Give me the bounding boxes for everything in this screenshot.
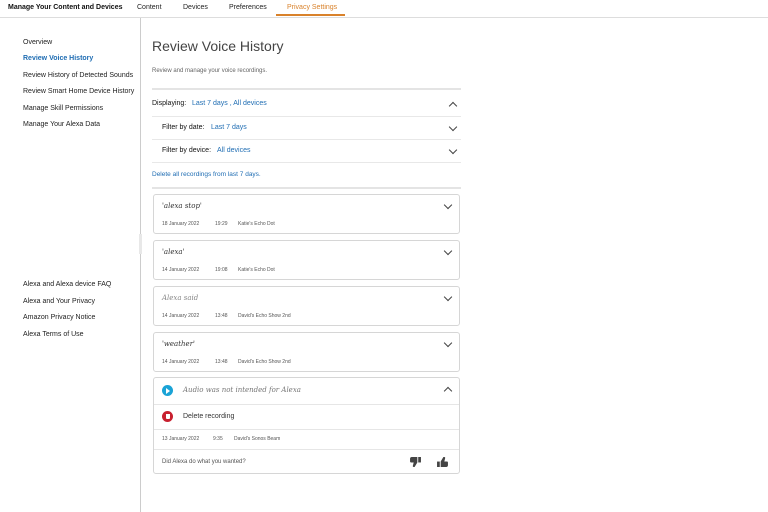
sidebar-item-detected-sounds[interactable]: Review History of Detected Sounds (23, 72, 133, 79)
recording-utterance: Audio was not intended for Alexa (183, 386, 301, 394)
recording-utterance: 'alexa' (162, 248, 185, 256)
recording-device: Katie's Echo Dot (238, 221, 275, 227)
recording-date: 14 January 2022 (162, 313, 200, 319)
filter-device-label: Filter by device: (162, 147, 212, 154)
sidebar-item-alexa-data[interactable]: Manage Your Alexa Data (23, 121, 100, 128)
sidebar-item-overview[interactable]: Overview (23, 39, 52, 46)
filter-date-value[interactable]: Last 7 days (211, 124, 247, 131)
recording-card[interactable]: Alexa said 14 January 2022 13:48 David's… (153, 286, 460, 326)
divider (152, 116, 461, 117)
chevron-up-icon[interactable] (443, 386, 453, 396)
displaying-value[interactable]: Last 7 days , All devices (192, 100, 267, 107)
delete-recording-button[interactable]: Delete recording (183, 413, 234, 420)
recording-utterance: Alexa said (162, 294, 199, 302)
brand-title[interactable]: Manage Your Content and Devices (8, 4, 123, 11)
chevron-up-icon[interactable] (448, 101, 458, 111)
recording-time: 9:35 (213, 436, 223, 442)
recording-card[interactable]: 'alexa stop' 18 January 2022 19:29 Katie… (153, 194, 460, 234)
sidebar-item-review-voice-history[interactable]: Review Voice History (23, 55, 93, 62)
link-alexa-privacy[interactable]: Alexa and Your Privacy (23, 298, 95, 305)
recording-date: 14 January 2022 (162, 359, 200, 365)
chevron-down-icon[interactable] (448, 122, 458, 132)
recording-utterance: 'weather' (162, 340, 195, 348)
recording-device: David's Echo Show 2nd (238, 359, 291, 365)
recording-date: 14 January 2022 (162, 267, 200, 273)
recording-device: Katie's Echo Dot (238, 267, 275, 273)
page-subtitle: Review and manage your voice recordings. (152, 68, 268, 74)
chevron-down-icon[interactable] (443, 292, 453, 302)
recording-device: David's Sonos Beam (234, 436, 281, 442)
page-title: Review Voice History (152, 38, 284, 54)
play-icon[interactable] (162, 385, 173, 396)
recording-card-expanded: Audio was not intended for Alexa Delete … (153, 377, 460, 474)
link-alexa-faq[interactable]: Alexa and Alexa device FAQ (23, 281, 111, 288)
link-amazon-privacy-notice[interactable]: Amazon Privacy Notice (23, 314, 95, 321)
recording-time: 19:29 (215, 221, 228, 227)
filter-device-value[interactable]: All devices (217, 147, 250, 154)
chevron-down-icon[interactable] (448, 145, 458, 155)
divider (154, 429, 459, 430)
thumbs-down-icon[interactable] (410, 457, 421, 467)
thumbs-up-icon[interactable] (437, 457, 448, 467)
delete-all-link[interactable]: Delete all recordings from last 7 days. (152, 171, 261, 178)
divider (154, 449, 459, 450)
divider (154, 404, 459, 405)
recording-date: 13 January 2022 (162, 436, 200, 442)
tab-privacy-settings[interactable]: Privacy Settings (287, 4, 337, 11)
tab-devices[interactable]: Devices (183, 4, 208, 11)
sidebar: Overview Review Voice History Review His… (0, 18, 142, 512)
recording-date: 18 January 2022 (162, 221, 200, 227)
recording-utterance: 'alexa stop' (162, 202, 202, 210)
sidebar-item-skill-permissions[interactable]: Manage Skill Permissions (23, 105, 103, 112)
recording-card[interactable]: 'weather' 14 January 2022 13:48 David's … (153, 332, 460, 372)
chevron-down-icon[interactable] (443, 338, 453, 348)
trash-icon[interactable] (162, 411, 173, 422)
divider (152, 139, 461, 140)
chevron-down-icon[interactable] (443, 246, 453, 256)
recording-device: David's Echo Show 2nd (238, 313, 291, 319)
link-alexa-terms[interactable]: Alexa Terms of Use (23, 331, 84, 338)
recording-time: 13:48 (215, 313, 228, 319)
sidebar-resize-handle[interactable] (139, 234, 142, 254)
active-tab-indicator (276, 14, 345, 16)
divider (152, 88, 461, 90)
tab-preferences[interactable]: Preferences (229, 4, 267, 11)
recording-time: 13:48 (215, 359, 228, 365)
filter-date-label: Filter by date: (162, 124, 205, 131)
tab-content[interactable]: Content (137, 4, 162, 11)
displaying-label: Displaying: (152, 100, 187, 107)
divider (152, 187, 461, 189)
divider (152, 162, 461, 163)
sidebar-item-smart-home-history[interactable]: Review Smart Home Device History (23, 88, 134, 95)
chevron-down-icon[interactable] (443, 200, 453, 210)
top-nav: Manage Your Content and Devices Content … (0, 0, 768, 18)
feedback-question: Did Alexa do what you wanted? (162, 459, 246, 465)
recording-card[interactable]: 'alexa' 14 January 2022 19:08 Katie's Ec… (153, 240, 460, 280)
recording-time: 19:08 (215, 267, 228, 273)
